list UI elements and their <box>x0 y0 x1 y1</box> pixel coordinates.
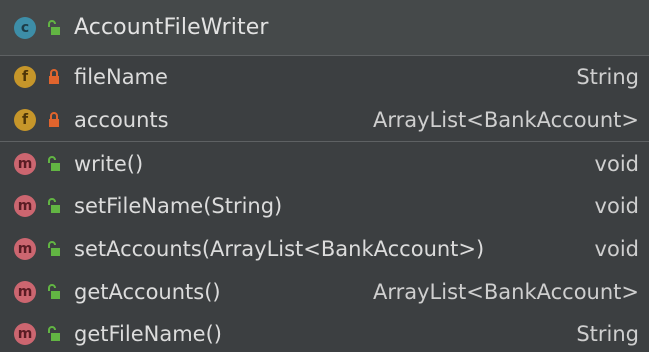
method-row[interactable]: m write() void <box>0 142 649 185</box>
field-badge-icon: f <box>14 66 36 89</box>
method-row[interactable]: m setAccounts(ArrayList<BankAccount>) vo… <box>0 228 649 271</box>
method-badge-icon: m <box>14 238 36 261</box>
field-name: fileName <box>74 65 168 90</box>
method-name: setFileName(String) <box>74 194 283 219</box>
class-header[interactable]: c AccountFileWriter <box>0 0 649 56</box>
method-return-type: void <box>594 237 639 262</box>
field-name: accounts <box>74 108 169 133</box>
method-row[interactable]: m setFileName(String) void <box>0 185 649 228</box>
method-badge-icon: m <box>14 152 36 175</box>
public-lock-icon <box>48 155 60 171</box>
method-row[interactable]: m getAccounts() ArrayList<BankAccount> <box>0 270 649 313</box>
method-name: write() <box>74 151 144 176</box>
method-return-type: void <box>594 151 639 176</box>
method-badge-icon: m <box>14 195 36 218</box>
method-name: setAccounts(ArrayList<BankAccount>) <box>74 237 485 262</box>
public-lock-icon <box>48 241 60 257</box>
public-lock-icon <box>48 326 60 342</box>
public-lock-icon <box>48 19 60 35</box>
uml-class-diagram: c AccountFileWriter f fileName String f … <box>0 0 649 352</box>
fields-section: f fileName String f accounts ArrayList<B… <box>0 56 649 143</box>
method-name: getAccounts() <box>74 279 221 304</box>
method-name: getFileName() <box>74 322 222 347</box>
class-badge-icon: c <box>14 16 36 39</box>
private-lock-icon <box>49 112 59 128</box>
field-row[interactable]: f accounts ArrayList<BankAccount> <box>0 99 649 142</box>
class-name: AccountFileWriter <box>74 15 269 40</box>
method-return-type: String <box>576 322 639 347</box>
method-row[interactable]: m getFileName() String <box>0 313 649 352</box>
field-type: ArrayList<BankAccount> <box>373 108 639 133</box>
public-lock-icon <box>48 283 60 299</box>
method-return-type: ArrayList<BankAccount> <box>373 279 639 304</box>
method-badge-icon: m <box>14 323 36 346</box>
private-lock-icon <box>49 69 59 85</box>
field-badge-icon: f <box>14 109 36 132</box>
field-type: String <box>576 65 639 90</box>
method-return-type: void <box>594 194 639 219</box>
methods-section: m write() void m setFileName(String) voi… <box>0 142 649 352</box>
method-badge-icon: m <box>14 280 36 303</box>
public-lock-icon <box>48 198 60 214</box>
field-row[interactable]: f fileName String <box>0 56 649 99</box>
